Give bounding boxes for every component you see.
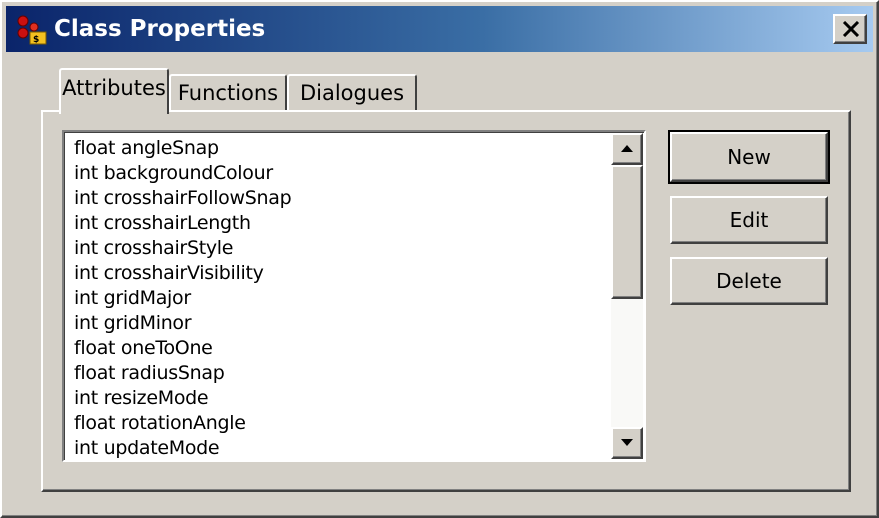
window-title: Class Properties xyxy=(54,16,266,42)
list-item[interactable]: int crosshairStyle xyxy=(74,236,291,261)
close-button[interactable] xyxy=(833,14,867,44)
list-item[interactable]: int gridMajor xyxy=(74,286,291,311)
scroll-down-button[interactable] xyxy=(611,427,643,459)
title-bar[interactable]: $ Class Properties xyxy=(6,6,873,52)
tab-attributes[interactable]: Attributes xyxy=(59,68,169,114)
edit-button[interactable]: Edit xyxy=(670,196,828,244)
svg-text:$: $ xyxy=(33,35,39,45)
arrow-up-icon xyxy=(621,145,633,152)
list-item[interactable]: float oneToOne xyxy=(74,336,291,361)
list-item[interactable]: int backgroundColour xyxy=(74,161,291,186)
delete-button[interactable]: Delete xyxy=(670,257,828,305)
list-item[interactable]: float rotationAngle xyxy=(74,411,291,436)
attributes-listbox[interactable]: float angleSnap int backgroundColour int… xyxy=(62,130,646,462)
close-icon xyxy=(842,21,860,37)
scroll-up-button[interactable] xyxy=(611,133,643,165)
arrow-down-icon xyxy=(621,439,633,446)
attributes-list: float angleSnap int backgroundColour int… xyxy=(74,136,292,460)
list-item[interactable]: float radiusSnap xyxy=(74,361,291,386)
tab-functions[interactable]: Functions xyxy=(169,74,287,112)
tab-dialogues[interactable]: Dialogues xyxy=(287,74,417,112)
class-properties-window: $ Class Properties Attributes Functions … xyxy=(0,0,879,518)
list-item[interactable]: int updateMode xyxy=(74,436,291,460)
scroll-thumb[interactable] xyxy=(611,165,643,299)
new-button[interactable]: New xyxy=(668,130,830,184)
list-item[interactable]: int crosshairVisibility xyxy=(74,261,291,286)
list-item[interactable]: float angleSnap xyxy=(74,136,291,161)
class-properties-icon: $ xyxy=(17,15,47,45)
list-item[interactable]: int crosshairFollowSnap xyxy=(74,186,292,211)
vertical-scrollbar[interactable] xyxy=(611,133,643,459)
list-item[interactable]: int crosshairLength xyxy=(74,211,291,236)
list-item[interactable]: int gridMinor xyxy=(74,311,291,336)
list-item[interactable]: int resizeMode xyxy=(74,386,291,411)
